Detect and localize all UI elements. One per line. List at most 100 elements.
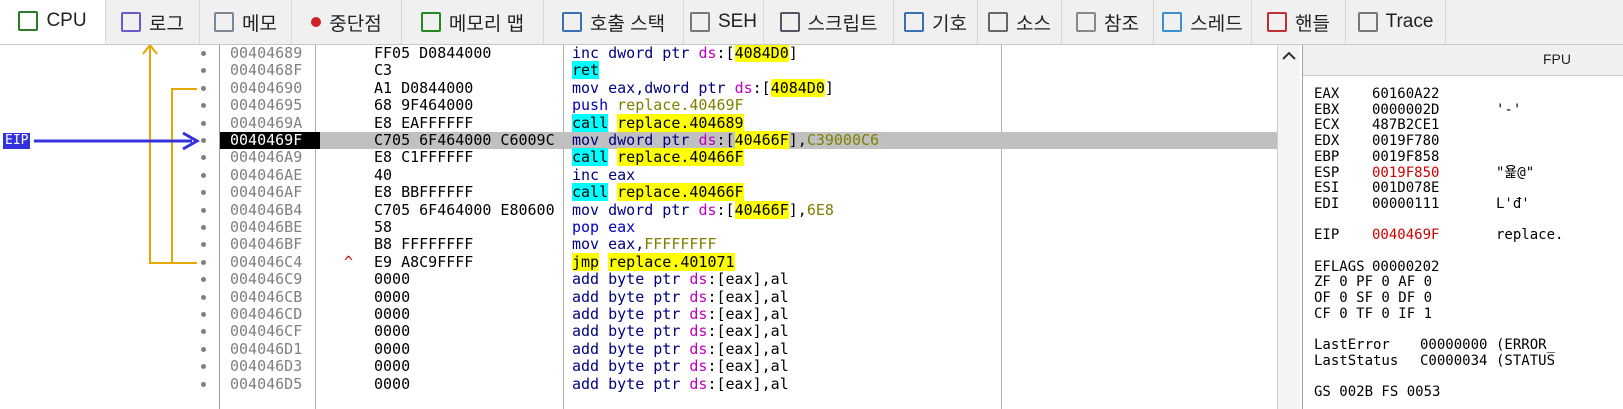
disasm-row[interactable]: 004046A9 E8 C1FFFFFF call replace.40466F (220, 148, 1277, 167)
instruction-cell: add byte ptr ds:[eax],al (572, 288, 789, 306)
symbols-icon (904, 12, 925, 32)
breakpoint-dot[interactable] (201, 294, 206, 300)
breakpoint-dot[interactable] (201, 381, 206, 387)
breakpoint-dot[interactable] (201, 85, 206, 91)
tab-memory-map[interactable]: 메모리 맵 (402, 0, 544, 44)
tab-threads[interactable]: 스레드 (1154, 0, 1252, 44)
disasm-row[interactable]: 004046AF E8 BBFFFFFF call replace.40466F (220, 183, 1277, 202)
register-row[interactable]: OF 0 SF 0 DF 0 (1314, 290, 1623, 307)
tab-breakpoint[interactable]: 중단점 (292, 0, 402, 44)
disasm-row[interactable]: 004046D1 0000 add byte ptr ds:[eax],al (220, 339, 1277, 358)
disasm-row[interactable]: 0040468F C3 ret (220, 61, 1277, 80)
register-row[interactable]: CF 0 TF 0 IF 1 (1314, 306, 1623, 323)
register-row[interactable]: ESI 001D078E (1314, 180, 1623, 197)
breakpoint-dot[interactable] (201, 172, 206, 178)
disasm-row[interactable]: 004046CD 0000 add byte ptr ds:[eax],al (220, 305, 1277, 323)
breakpoint-dot[interactable] (201, 225, 206, 230)
disasm-row[interactable]: 004046BE 58 pop eax (220, 218, 1277, 236)
register-row[interactable]: EIP 0040469F replace. (1314, 228, 1623, 244)
instruction-token: ds (689, 339, 708, 358)
bytes-cell: E8 EAFFFFFF (374, 114, 474, 132)
register-row[interactable]: GS 002B FS 0053 (1314, 384, 1623, 401)
disasm-row[interactable]: 0040469A E8 EAFFFFFF call replace.404689 (220, 113, 1277, 132)
instruction-token: add byte ptr (572, 270, 690, 289)
fpu-header[interactable]: FPU (1543, 51, 1571, 67)
address-cell: 004046BF (230, 235, 303, 254)
instruction-token: replace.404689 (617, 113, 744, 132)
register-row[interactable]: EFLAGS 00000202 (1314, 259, 1623, 276)
register-value: 00000111 (1372, 195, 1440, 212)
register-row[interactable]: ZF 0 PF 0 AF 0 (1314, 275, 1623, 291)
register-row[interactable]: ESP 0019F850 "욡@" (1314, 165, 1623, 182)
disasm-row[interactable]: 004046C9 0000 add byte ptr ds:[eax],al (220, 270, 1277, 289)
register-row[interactable]: EDX 0019F780 (1314, 133, 1623, 150)
register-row[interactable]: EBP 0019F858 (1314, 149, 1623, 166)
branch-arrows-svg (34, 45, 201, 264)
bytes-cell: C705 6F464000 C6009C (374, 132, 555, 149)
tab-notes[interactable]: 메모 (200, 0, 292, 44)
disasm-row[interactable]: 004046B4 C705 6F464000 E80600 mov dword pt… (220, 200, 1277, 219)
address-cell: 004046D3 (230, 357, 303, 376)
breakpoint-dot[interactable] (201, 346, 206, 352)
tab-label: 스크립트 (807, 13, 878, 35)
references-icon (1076, 12, 1097, 32)
disasm-row[interactable]: 004046CB 0000 add byte ptr ds:[eax],al (220, 288, 1277, 306)
instruction-token (599, 253, 608, 271)
breakpoint-dot[interactable] (201, 138, 206, 143)
disasm-row[interactable]: 004046D5 0000 add byte ptr ds:[eax],al (220, 374, 1277, 393)
disasm-row[interactable]: 004046BF B8 FFFFFFFF mov eax,FFFFFFFF (220, 235, 1277, 254)
breakpoint-dot[interactable] (201, 207, 206, 213)
disasm-row[interactable]: 004046AE 40 inc eax (220, 166, 1277, 184)
register-row[interactable]: EDI 00000111 L'đ' (1314, 195, 1623, 213)
address-cell: 004046BE (230, 218, 303, 236)
disassembly-view[interactable]: 00404689 FF05 D0844000 inc dword ptr ds:[4… (220, 45, 1277, 409)
bytes-cell: E8 C1FFFFFF (374, 149, 474, 167)
tab-seh[interactable]: SEH (684, 0, 764, 44)
instruction-token: mov dword ptr (572, 131, 699, 149)
instruction-token: :[eax],al (707, 374, 789, 393)
call-stack-icon (561, 12, 582, 32)
register-row[interactable]: EAX 60160A22 (1314, 86, 1623, 103)
register-row[interactable]: LastError 00000000 (ERROR_ (1314, 337, 1623, 354)
tab-trace[interactable]: Trace (1346, 0, 1446, 44)
disassembly-scrollbar[interactable] (1277, 45, 1300, 409)
breakpoint-dot[interactable] (201, 312, 206, 317)
disasm-row[interactable]: 00404690 A1 D0844000 mov eax,dword ptr ds:… (220, 78, 1277, 97)
tab-references[interactable]: 참조 (1062, 0, 1154, 44)
fpu-header-bar[interactable]: FPU (1303, 45, 1623, 76)
tab-cpu[interactable]: CPU (0, 0, 106, 44)
tab-script[interactable]: 스크립트 (764, 0, 894, 44)
instruction-token: :[eax],al (707, 305, 789, 323)
trace-icon (1357, 12, 1378, 32)
tab-handles[interactable]: 핸들 (1252, 0, 1346, 44)
breakpoint-dot[interactable] (201, 259, 206, 265)
instruction-token: add byte ptr (572, 339, 690, 358)
breakpoint-dot[interactable] (201, 51, 206, 56)
disasm-row[interactable]: 004046D3 0000 add byte ptr ds:[eax],al (220, 357, 1277, 376)
instruction-token: :[ (716, 131, 735, 149)
tab-log[interactable]: 로그 (106, 0, 200, 44)
tab-source[interactable]: 소스 (978, 0, 1062, 44)
instruction-token: ds (698, 131, 717, 149)
disasm-row[interactable]: 00404689 FF05 D0844000 inc dword ptr ds:[4… (220, 45, 1277, 62)
register-name: EBX (1314, 101, 1340, 118)
disasm-row[interactable]: 0040469F C705 6F464000 C6009C mov dword pt… (220, 131, 1277, 150)
handles-icon (1267, 12, 1288, 32)
instruction-cell: mov eax,dword ptr ds:[4084D0] (572, 78, 834, 97)
tab-symbols[interactable]: 기호 (894, 0, 978, 44)
register-row[interactable]: EBX 0000002D '-' (1314, 101, 1623, 119)
disasm-row[interactable]: 00404695 68 9F464000 push replace.40469F (220, 96, 1277, 114)
instruction-token: ds (689, 305, 708, 323)
disasm-row[interactable]: 004046C4 ^ E9 A8C9FFFF jmp replace.401071 (220, 252, 1277, 271)
tab-call-stack[interactable]: 호출 스택 (544, 0, 684, 44)
address-cell: 0040469F (220, 131, 320, 150)
bytes-cell: C3 (374, 62, 393, 80)
register-row[interactable]: LastStatus C0000034 (STATUS (1314, 353, 1623, 370)
tab-label: 로그 (149, 13, 184, 35)
scroll-up-icon[interactable] (1278, 45, 1300, 65)
register-row[interactable]: ECX 487B2CE1 (1314, 118, 1623, 134)
address-cell: 004046D1 (230, 339, 303, 358)
breakpoint-dot[interactable] (201, 120, 206, 126)
flags-text: ZF 0 PF 0 AF 0 (1314, 274, 1433, 291)
disasm-row[interactable]: 004046CF 0000 add byte ptr ds:[eax],al (220, 322, 1277, 340)
